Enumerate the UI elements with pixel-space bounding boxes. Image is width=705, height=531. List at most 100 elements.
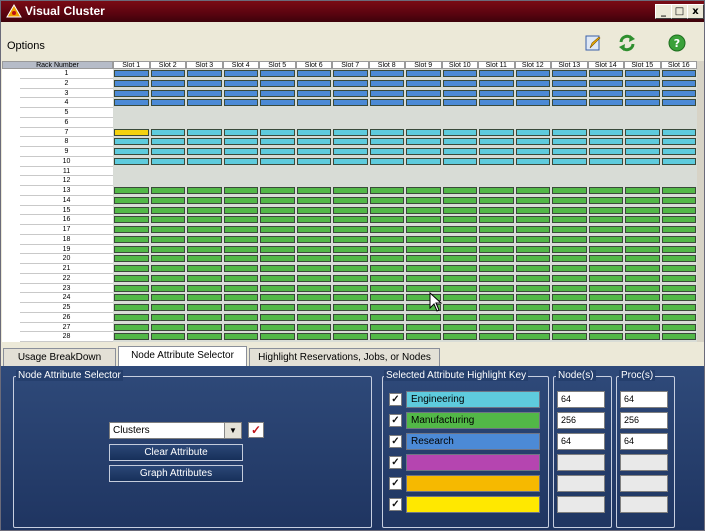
options-menu[interactable]: Options — [7, 40, 45, 52]
node-cell[interactable] — [588, 323, 623, 331]
node-cell[interactable] — [223, 70, 258, 78]
node-cell[interactable] — [479, 196, 514, 204]
node-cell[interactable] — [333, 255, 368, 263]
node-cell[interactable] — [625, 255, 660, 263]
node-cell[interactable] — [114, 284, 149, 292]
node-cell[interactable] — [442, 138, 477, 146]
node-cell[interactable] — [369, 157, 404, 165]
node-cell[interactable] — [296, 138, 331, 146]
node-cell[interactable] — [369, 196, 404, 204]
node-cell[interactable] — [406, 196, 441, 204]
node-cell[interactable] — [333, 284, 368, 292]
node-cell[interactable] — [625, 265, 660, 273]
node-cell[interactable] — [296, 265, 331, 273]
node-cell[interactable] — [333, 148, 368, 156]
node-cell[interactable] — [588, 138, 623, 146]
node-cell[interactable] — [114, 70, 149, 78]
node-cell[interactable] — [515, 235, 550, 243]
node-cell[interactable] — [187, 148, 222, 156]
node-cell[interactable] — [369, 187, 404, 195]
node-cell[interactable] — [223, 304, 258, 312]
node-cell[interactable] — [114, 274, 149, 282]
node-cell[interactable] — [515, 196, 550, 204]
node-cell[interactable] — [406, 138, 441, 146]
node-cell[interactable] — [333, 265, 368, 273]
node-cell[interactable] — [406, 226, 441, 234]
node-cell[interactable] — [442, 99, 477, 107]
node-cell[interactable] — [260, 216, 295, 224]
node-cell[interactable] — [406, 89, 441, 97]
node-cell[interactable] — [333, 323, 368, 331]
node-cell[interactable] — [625, 323, 660, 331]
node-cell[interactable] — [369, 148, 404, 156]
node-cell[interactable] — [333, 70, 368, 78]
node-cell[interactable] — [661, 157, 696, 165]
node-cell[interactable] — [661, 323, 696, 331]
node-cell[interactable] — [515, 226, 550, 234]
node-cell[interactable] — [406, 274, 441, 282]
node-cell[interactable] — [296, 99, 331, 107]
node-cell[interactable] — [479, 294, 514, 302]
node-cell[interactable] — [150, 284, 185, 292]
node-cell[interactable] — [114, 294, 149, 302]
node-cell[interactable] — [296, 255, 331, 263]
node-cell[interactable] — [588, 89, 623, 97]
node-cell[interactable] — [369, 274, 404, 282]
node-cell[interactable] — [150, 304, 185, 312]
node-cell[interactable] — [661, 294, 696, 302]
node-cell[interactable] — [296, 70, 331, 78]
node-cell[interactable] — [479, 226, 514, 234]
node-cell[interactable] — [150, 274, 185, 282]
node-cell[interactable] — [588, 265, 623, 273]
node-cell[interactable] — [260, 128, 295, 136]
node-cell[interactable] — [296, 245, 331, 253]
node-cell[interactable] — [625, 99, 660, 107]
node-cell[interactable] — [187, 216, 222, 224]
node-cell[interactable] — [369, 245, 404, 253]
node-cell[interactable] — [187, 323, 222, 331]
edit-icon[interactable] — [584, 34, 602, 52]
node-cell[interactable] — [406, 148, 441, 156]
node-cell[interactable] — [223, 138, 258, 146]
node-cell[interactable] — [406, 128, 441, 136]
node-cell[interactable] — [515, 274, 550, 282]
node-cell[interactable] — [625, 304, 660, 312]
node-cell[interactable] — [515, 294, 550, 302]
node-cell[interactable] — [515, 284, 550, 292]
node-cell[interactable] — [260, 284, 295, 292]
node-cell[interactable] — [406, 216, 441, 224]
node-cell[interactable] — [479, 187, 514, 195]
node-cell[interactable] — [625, 313, 660, 321]
node-cell[interactable] — [150, 255, 185, 263]
node-cell[interactable] — [187, 333, 222, 341]
node-cell[interactable] — [442, 226, 477, 234]
node-cell[interactable] — [223, 235, 258, 243]
node-cell[interactable] — [150, 313, 185, 321]
node-cell[interactable] — [114, 157, 149, 165]
node-cell[interactable] — [552, 187, 587, 195]
node-cell[interactable] — [479, 128, 514, 136]
node-cell[interactable] — [442, 235, 477, 243]
node-cell[interactable] — [552, 157, 587, 165]
node-cell[interactable] — [296, 206, 331, 214]
node-cell[interactable] — [479, 70, 514, 78]
node-cell[interactable] — [552, 274, 587, 282]
close-button[interactable]: x — [687, 4, 704, 19]
node-cell[interactable] — [515, 206, 550, 214]
node-cell[interactable] — [114, 89, 149, 97]
node-cell[interactable] — [296, 333, 331, 341]
node-cell[interactable] — [552, 216, 587, 224]
node-cell[interactable] — [661, 274, 696, 282]
node-cell[interactable] — [625, 333, 660, 341]
node-cell[interactable] — [369, 313, 404, 321]
node-cell[interactable] — [442, 148, 477, 156]
node-cell[interactable] — [442, 265, 477, 273]
node-cell[interactable] — [479, 138, 514, 146]
node-cell[interactable] — [150, 89, 185, 97]
node-cell[interactable] — [588, 79, 623, 87]
node-cell[interactable] — [223, 333, 258, 341]
node-cell[interactable] — [369, 216, 404, 224]
node-cell[interactable] — [296, 157, 331, 165]
node-cell[interactable] — [150, 138, 185, 146]
node-cell[interactable] — [150, 157, 185, 165]
